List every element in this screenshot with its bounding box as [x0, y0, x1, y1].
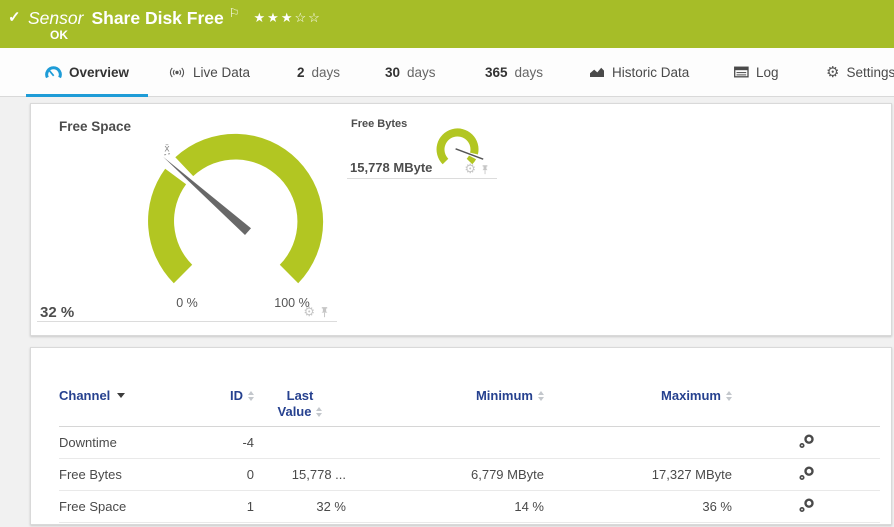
sort-desc-icon: [117, 393, 125, 398]
tab-label: Live Data: [193, 65, 250, 80]
tab-settings[interactable]: ⚙ Settings: [826, 48, 894, 96]
tab-live-data[interactable]: Live Data: [168, 48, 250, 96]
gear-icon: ⚙: [826, 65, 839, 80]
cell-id: -4: [221, 427, 254, 459]
gauge-settings-gear-icon[interactable]: ⚙: [303, 305, 315, 318]
channel-settings-icon[interactable]: [798, 498, 815, 513]
sort-icon: [726, 391, 732, 401]
cell-last-value: 15,778 ...: [254, 459, 346, 491]
cell-last-value: 32 %: [254, 491, 346, 523]
tab-label: Overview: [69, 65, 129, 80]
status-badge: OK: [50, 28, 68, 42]
tab-log[interactable]: Log: [734, 48, 779, 96]
priority-flag-icon[interactable]: ⚐: [229, 6, 240, 20]
cell-actions: [732, 491, 880, 523]
average-marker: x̄: [165, 144, 170, 155]
cell-actions: [732, 427, 880, 459]
channel-settings-icon[interactable]: [798, 466, 815, 481]
column-header-actions: [732, 380, 880, 427]
column-label: Value: [278, 404, 312, 419]
column-header-channel[interactable]: Channel: [59, 380, 221, 427]
cell-maximum: 36 %: [544, 491, 732, 523]
column-label: Channel: [59, 388, 110, 403]
tab-label: Log: [756, 65, 779, 80]
tab-label: Settings: [846, 65, 894, 80]
tab-bar: Overview Live Data 2 days 30 days 365 da…: [0, 48, 894, 97]
tab-number: 30: [385, 65, 400, 80]
area-chart-icon: [589, 66, 605, 78]
tab-2-days[interactable]: 2 days: [297, 48, 340, 96]
tab-unit: days: [515, 65, 544, 80]
table-row-free-bytes[interactable]: Free Bytes 0 15,778 ... 6,779 MByte 17,3…: [59, 459, 880, 491]
column-header-id[interactable]: ID: [221, 380, 254, 427]
tab-unit: days: [312, 65, 341, 80]
channels-table: Channel ID Last Value Minimum Maximum: [59, 380, 880, 523]
sensor-header: ✓ Sensor Share Disk Free ⚐ ★★★☆☆ OK: [0, 0, 894, 48]
cell-actions: [732, 459, 880, 491]
cell-last-value: [254, 427, 346, 459]
gauge-tile-free-space: Free Space 0 % 100 % x̄ 32 % ⚙: [37, 112, 337, 322]
gauge-min-label: 0 %: [176, 296, 198, 310]
tab-overview[interactable]: Overview: [26, 48, 148, 96]
pin-icon[interactable]: [320, 307, 329, 318]
tile-actions: ⚙: [464, 162, 489, 175]
cell-channel: Downtime: [59, 427, 221, 459]
cell-maximum: [544, 427, 732, 459]
sort-icon: [538, 391, 544, 401]
tab-label: Historic Data: [612, 65, 689, 80]
cell-minimum: 6,779 MByte: [346, 459, 544, 491]
log-list-icon: [734, 66, 749, 78]
channels-panel: Channel ID Last Value Minimum Maximum: [30, 347, 892, 525]
gauge-value-free-space: 32 %: [40, 304, 74, 321]
priority-stars[interactable]: ★★★☆☆: [254, 10, 322, 25]
broadcast-icon: [168, 66, 186, 79]
tile-actions: ⚙: [303, 305, 329, 318]
status-check-icon: ✓: [8, 8, 21, 26]
column-header-last-value[interactable]: Last Value: [254, 380, 346, 427]
pin-icon[interactable]: [481, 165, 489, 175]
sort-icon: [316, 407, 322, 417]
table-header-row: Channel ID Last Value Minimum Maximum: [59, 380, 880, 427]
column-label: Last: [287, 388, 314, 403]
sensor-title-line: Sensor Share Disk Free ⚐ ★★★☆☆: [28, 6, 322, 29]
cell-id: 0: [221, 459, 254, 491]
free-space-gauge: 0 % 100 % x̄: [37, 112, 337, 312]
table-row-free-space[interactable]: Free Space 1 32 % 14 % 36 %: [59, 491, 880, 523]
column-label: ID: [230, 388, 243, 403]
column-header-maximum[interactable]: Maximum: [544, 380, 732, 427]
tab-number: 365: [485, 65, 508, 80]
table-row-downtime[interactable]: Downtime -4: [59, 427, 880, 459]
gauge-title-free-bytes: Free Bytes: [351, 118, 407, 130]
column-header-minimum[interactable]: Minimum: [346, 380, 544, 427]
tab-unit: days: [407, 65, 436, 80]
column-label: Maximum: [661, 388, 721, 403]
tab-number: 2: [297, 65, 305, 80]
tab-365-days[interactable]: 365 days: [485, 48, 543, 96]
cell-maximum: 17,327 MByte: [544, 459, 732, 491]
gauge-icon: [45, 65, 62, 79]
cell-minimum: [346, 427, 544, 459]
tab-historic-data[interactable]: Historic Data: [589, 48, 689, 96]
sort-icon: [248, 391, 254, 401]
overview-panel: Free Space 0 % 100 % x̄ 32 % ⚙ Free Byte…: [30, 103, 892, 336]
column-label: Minimum: [476, 388, 533, 403]
gauge-settings-gear-icon[interactable]: ⚙: [464, 162, 476, 175]
cell-minimum: 14 %: [346, 491, 544, 523]
gauge-tile-free-bytes: Free Bytes 15,778 MByte ⚙: [347, 113, 497, 179]
cell-id: 1: [221, 491, 254, 523]
gauge-value-free-bytes: 15,778 MByte: [350, 160, 432, 175]
channel-settings-icon[interactable]: [798, 434, 815, 449]
page-title: Share Disk Free: [91, 8, 223, 28]
sensor-kind-label: Sensor: [28, 8, 83, 28]
tab-30-days[interactable]: 30 days: [385, 48, 436, 96]
cell-channel: Free Space: [59, 491, 221, 523]
cell-channel: Free Bytes: [59, 459, 221, 491]
